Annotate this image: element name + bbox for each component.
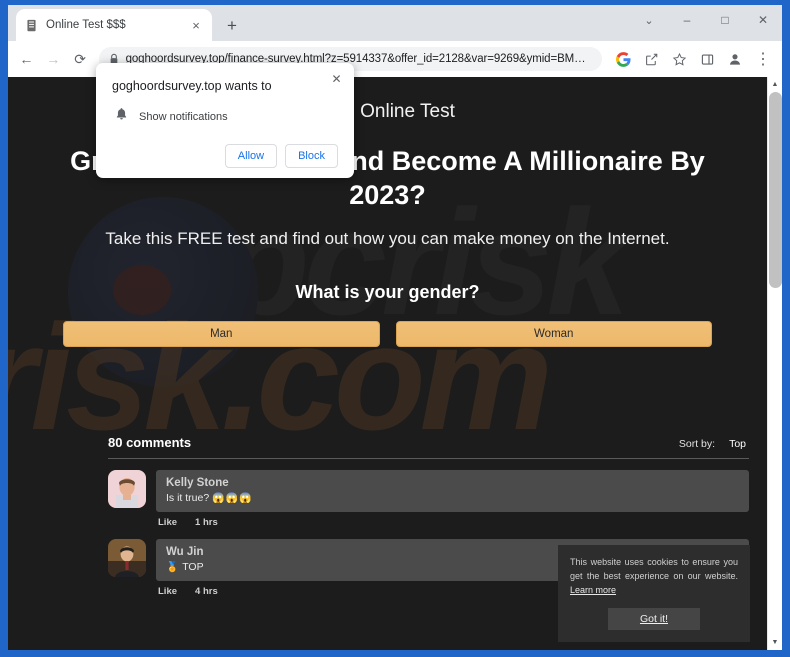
survey-answers: Man Woman bbox=[8, 320, 767, 347]
close-icon[interactable]: ✕ bbox=[328, 70, 345, 87]
notification-permission-dialog: ✕ goghoordsurvey.top wants to Show notif… bbox=[96, 63, 354, 178]
avatar bbox=[108, 538, 146, 577]
comment-bubble: Kelly Stone Is it true? 😱😱😱 bbox=[156, 469, 749, 512]
permission-option-label: Show notifications bbox=[139, 110, 228, 123]
tab-close-icon[interactable]: × bbox=[188, 17, 204, 33]
window-controls: ⌄ – □ ✕ bbox=[630, 5, 782, 35]
allow-button[interactable]: Allow bbox=[224, 144, 278, 168]
profile-icon[interactable] bbox=[722, 46, 748, 72]
permission-dialog-actions: Allow Block bbox=[112, 144, 338, 168]
answer-button-woman[interactable]: Woman bbox=[395, 320, 712, 347]
permission-option-row: Show notifications bbox=[112, 107, 338, 126]
tab-search-chevron-down-icon[interactable]: ⌄ bbox=[630, 5, 668, 35]
comments-header: 80 comments Sort by: Top bbox=[108, 435, 749, 459]
tab-title: Online Test $$$ bbox=[46, 19, 126, 31]
scroll-down-arrow-icon[interactable]: ▼ bbox=[768, 635, 782, 650]
comment-timestamp: 1 hrs bbox=[195, 516, 218, 528]
comments-sort[interactable]: Sort by: Top bbox=[679, 438, 749, 450]
comment-body: Kelly Stone Is it true? 😱😱😱 Like 1 hrs bbox=[156, 469, 749, 528]
page-subheadline: Take this FREE test and find out how you… bbox=[105, 228, 670, 248]
side-panel-icon[interactable] bbox=[694, 46, 720, 72]
comment-author: Kelly Stone bbox=[166, 476, 229, 489]
scroll-up-arrow-icon[interactable]: ▲ bbox=[768, 77, 782, 92]
comment-like-button[interactable]: Like bbox=[158, 586, 177, 597]
survey-question: What is your gender? bbox=[295, 281, 480, 302]
answer-button-man[interactable]: Man bbox=[63, 320, 380, 347]
back-button[interactable]: ← bbox=[14, 46, 39, 72]
bookmark-star-icon[interactable] bbox=[666, 46, 692, 72]
sort-label: Sort by: bbox=[678, 437, 716, 450]
desktop-background: Online Test $$$ × + ⌄ – □ ✕ ← → ⟳ goghoo… bbox=[0, 0, 790, 657]
cookie-consent-banner: This website uses cookies to ensure you … bbox=[558, 545, 750, 642]
cookie-learn-more-link[interactable]: Learn more bbox=[570, 585, 616, 595]
browser-window: Online Test $$$ × + ⌄ – □ ✕ ← → ⟳ goghoo… bbox=[8, 5, 782, 650]
permission-dialog-title: goghoordsurvey.top wants to bbox=[112, 79, 272, 93]
tab-strip: Online Test $$$ × + ⌄ – □ ✕ bbox=[8, 5, 782, 41]
cookie-accept-button[interactable]: Got it! bbox=[608, 608, 700, 630]
comment-meta: Like 1 hrs bbox=[156, 512, 749, 528]
new-tab-button[interactable]: + bbox=[218, 11, 246, 39]
reload-button[interactable]: ⟳ bbox=[68, 46, 93, 72]
comment-timestamp: 4 hrs bbox=[195, 585, 218, 597]
sort-value[interactable]: Top bbox=[729, 438, 746, 450]
bell-icon bbox=[115, 107, 128, 126]
comment-item: Kelly Stone Is it true? 😱😱😱 Like 1 hrs bbox=[108, 459, 749, 528]
comment-text-body: TOP bbox=[182, 560, 204, 573]
cookie-text: This website uses cookies to ensure you … bbox=[570, 556, 738, 598]
comment-like-button[interactable]: Like bbox=[158, 517, 177, 528]
forward-button[interactable]: → bbox=[41, 46, 66, 72]
cookie-message: This website uses cookies to ensure you … bbox=[570, 557, 738, 582]
block-button[interactable]: Block bbox=[285, 144, 338, 168]
avatar bbox=[108, 469, 146, 508]
comment-text-body: Is it true? bbox=[166, 491, 210, 504]
maximize-button[interactable]: □ bbox=[706, 5, 744, 35]
close-window-button[interactable]: ✕ bbox=[744, 5, 782, 35]
browser-menu-icon[interactable]: ⋮ bbox=[750, 46, 776, 72]
comments-count: 80 comments bbox=[108, 434, 192, 450]
comment-text: Is it true? 😱😱😱 bbox=[166, 492, 739, 504]
comment-emoji: 😱😱😱 bbox=[212, 492, 253, 504]
scrollbar-thumb[interactable] bbox=[769, 92, 782, 288]
google-icon[interactable] bbox=[610, 46, 636, 72]
document-favicon bbox=[24, 18, 39, 33]
page-scrollbar[interactable]: ▲ ▼ bbox=[767, 77, 782, 650]
comment-emoji: 🏅 bbox=[166, 561, 180, 573]
minimize-button[interactable]: – bbox=[668, 5, 706, 35]
browser-tab[interactable]: Online Test $$$ × bbox=[16, 9, 212, 41]
share-icon[interactable] bbox=[638, 46, 664, 72]
